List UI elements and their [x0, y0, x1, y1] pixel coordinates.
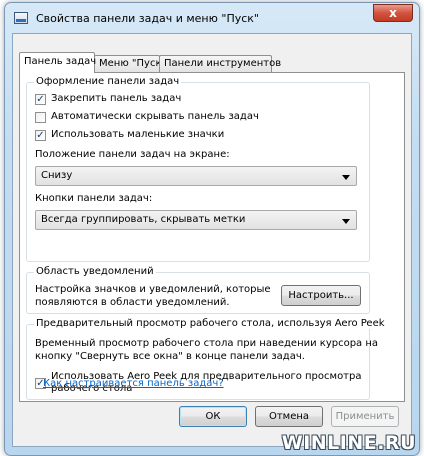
autohide-taskbar-checkbox[interactable] [35, 112, 46, 123]
tab-start-menu[interactable]: Меню "Пуск" [94, 55, 166, 72]
aero-peek-description-line1: Временный просмотр рабочего стола при на… [35, 338, 379, 349]
notification-description-line1: Настройка значков и уведомлений, которые [35, 284, 271, 295]
taskbar-location-label: Положение панели задач на экране: [35, 149, 230, 160]
taskbar-location-dropdown[interactable]: Снизу [35, 166, 357, 186]
taskbar-appearance-group: Оформление панели задач ✓ Закрепить пане… [26, 76, 370, 262]
cancel-button[interactable]: Отмена [255, 406, 323, 427]
taskbar-properties-icon [14, 12, 28, 24]
notification-area-group: Область уведомлений Настройка значков и … [26, 266, 370, 314]
lock-taskbar-label: Закрепить панель задач [51, 93, 182, 104]
customize-button[interactable]: Настроить... [281, 285, 361, 306]
watermark: WINLINE.RU [281, 432, 416, 454]
taskbar-buttons-value: Всегда группировать, скрывать метки [41, 214, 246, 225]
autohide-taskbar-label: Автоматически скрывать панель задач [51, 111, 259, 122]
title-bar[interactable]: Свойства панели задач и меню "Пуск" x [5, 3, 419, 33]
tab-toolbars[interactable]: Панели инструментов [159, 55, 281, 72]
chevron-down-icon [342, 219, 350, 224]
close-button[interactable]: x [373, 4, 413, 22]
taskbar-buttons-label: Кнопки панели задач: [35, 193, 153, 204]
notification-area-title: Область уведомлений [34, 266, 156, 277]
tab-taskbar[interactable]: Панель задач [19, 52, 96, 73]
window-title: Свойства панели задач и меню "Пуск" [36, 12, 259, 25]
chevron-down-icon [342, 175, 350, 180]
small-icons-checkbox[interactable]: ✓ [35, 130, 46, 141]
notification-description-line2: появляются в области уведомлений. [35, 297, 230, 308]
taskbar-buttons-dropdown[interactable]: Всегда группировать, скрывать метки [35, 210, 357, 230]
apply-button[interactable]: Применить [331, 406, 399, 427]
aero-peek-description-line2: кнопку "Свернуть все окна" в конце панел… [35, 351, 305, 362]
lock-taskbar-checkbox[interactable]: ✓ [35, 94, 46, 105]
aero-peek-title: Предварительный просмотр рабочего стола,… [34, 318, 387, 329]
taskbar-location-value: Снизу [41, 170, 73, 181]
ok-button[interactable]: ОК [179, 406, 247, 427]
tab-panel-taskbar: Оформление панели задач ✓ Закрепить пане… [19, 72, 405, 402]
taskbar-appearance-title: Оформление панели задач [34, 76, 182, 87]
small-icons-label: Использовать маленькие значки [51, 129, 225, 140]
help-link[interactable]: Как настраивается панель задач? [43, 378, 224, 389]
dialog-window: Свойства панели задач и меню "Пуск" x Па… [4, 2, 420, 456]
dialog-client-area: Панель задач Меню "Пуск" Панели инструме… [12, 33, 412, 447]
